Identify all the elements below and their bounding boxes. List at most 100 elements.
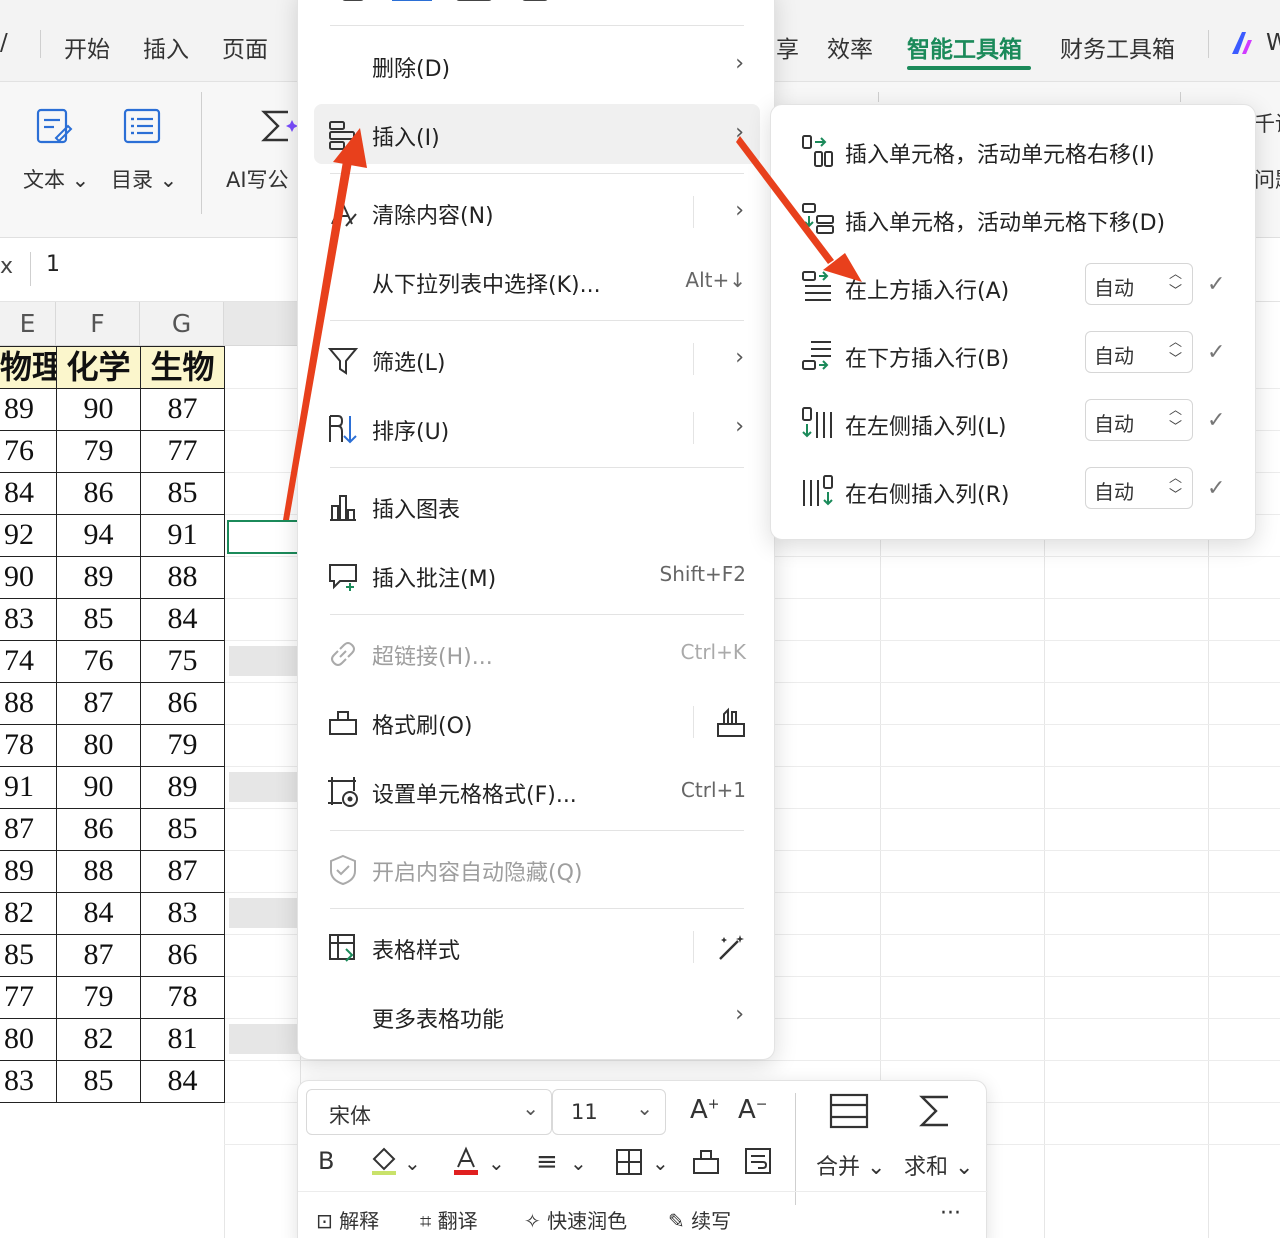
table-cell[interactable]: 79 [140,724,225,767]
table-cell[interactable]: 74 [0,640,57,683]
ribbon-partial-right-1[interactable]: 千读 [1254,108,1280,138]
table-cell[interactable]: 85 [56,1060,141,1103]
font-name-select[interactable]: 宋体 ⌄ [306,1089,552,1135]
submenu-item-insert-column-left[interactable]: 在左侧插入列(L) 自动 ︿ ﹀ ✓ [787,393,1241,453]
column-count-stepper[interactable]: 自动 ︿ ﹀ [1085,467,1193,509]
stepper-arrows-icon[interactable]: ︿ ﹀ [1169,470,1182,504]
chevron-down-icon[interactable]: ⌄ [404,1151,421,1175]
submenu-item-insert-column-right[interactable]: 在右侧插入列(R) 自动 ︿ ﹀ ✓ [787,461,1241,521]
active-cell[interactable] [227,520,301,554]
table-cell[interactable]: 89 [0,388,57,431]
border-icon[interactable] [614,1147,644,1177]
table-cell[interactable]: 85 [56,598,141,641]
column-header-h[interactable] [224,302,300,346]
tab-home[interactable]: 开始 [64,30,110,64]
sum-button[interactable]: 求和 ⌄ [904,1149,973,1181]
table-cell[interactable]: 86 [140,934,225,977]
magic-wand-icon[interactable] [714,931,748,965]
font-size-select[interactable]: 11 ⌄ [552,1089,666,1135]
stepper-arrows-icon[interactable]: ︿ ﹀ [1169,402,1182,436]
table-cell[interactable]: 86 [56,472,141,515]
tab-insert[interactable]: 插入 [143,30,189,64]
table-cell[interactable]: 82 [56,1018,141,1061]
tab-efficiency[interactable]: 效率 [827,30,873,64]
wrap-text-icon[interactable] [742,1145,774,1177]
ribbon-partial-right-2[interactable]: 问题 [1254,164,1280,194]
column-header-e[interactable]: E [0,302,56,346]
column-count-stepper[interactable]: 自动 ︿ ﹀ [1085,399,1193,441]
continue-writing-button[interactable]: ✎ 续写 [668,1205,731,1234]
menu-item-insert-comment[interactable]: 插入批注(M) Shift+F2 [314,545,760,605]
table-cell[interactable]: 90 [0,556,57,599]
table-cell[interactable]: 76 [56,640,141,683]
menu-item-sort[interactable]: 排序(U) › [314,398,760,458]
menu-item-clear-content[interactable]: 清除内容(N) › [314,182,760,242]
table-cell[interactable]: 84 [140,1060,225,1103]
confirm-check-icon[interactable]: ✓ [1207,272,1225,297]
bold-button[interactable]: B [318,1147,334,1175]
table-cell[interactable]: 83 [0,598,57,641]
confirm-check-icon[interactable]: ✓ [1207,340,1225,365]
menu-item-format-painter[interactable]: 格式刷(O) [314,692,760,752]
tab-finance-toolbox[interactable]: 财务工具箱 [1060,30,1175,64]
table-cell[interactable]: 89 [0,850,57,893]
menu-item-insert-chart[interactable]: 插入图表 [314,476,760,536]
font-color-icon[interactable] [450,1145,482,1177]
submenu-item-insert-row-below[interactable]: 在下方插入行(B) 自动 ︿ ﹀ ✓ [787,325,1241,385]
table-cell[interactable]: 84 [140,598,225,641]
table-cell[interactable]: 87 [56,934,141,977]
table-cell[interactable]: 84 [0,472,57,515]
submenu-item-insert-row-above[interactable]: 在上方插入行(A) 自动 ︿ ﹀ ✓ [787,257,1241,317]
format-painter-icon[interactable] [690,1145,722,1177]
translate-button[interactable]: ⌗ 翻译 [420,1205,478,1234]
column-header-f[interactable]: F [56,302,140,346]
chevron-down-icon[interactable]: ⌄ [488,1151,505,1175]
table-cell[interactable]: 87 [0,808,57,851]
table-cell[interactable]: 78 [140,976,225,1019]
submenu-item-insert-shift-right[interactable]: 插入单元格，活动单元格右移(I) [787,121,1241,181]
menu-item-pick-from-list[interactable]: 从下拉列表中选择(K)... Alt+↓ [314,251,760,311]
chevron-down-icon[interactable]: ⌄ [570,1151,587,1175]
table-cell[interactable]: 79 [56,976,141,1019]
more-options-icon[interactable]: ··· [940,1201,961,1226]
menu-item-table-style[interactable]: 表格样式 [314,917,760,977]
table-cell[interactable]: 90 [56,766,141,809]
table-cell[interactable]: 83 [0,1060,57,1103]
ai-logo-icon[interactable] [1230,30,1260,56]
chevron-down-icon[interactable]: ⌄ [652,1151,669,1175]
explain-button[interactable]: ⊡ 解释 [316,1205,379,1234]
table-cell[interactable]: 92 [0,514,57,557]
stepper-arrows-icon[interactable]: ︿ ﹀ [1169,266,1182,300]
table-cell[interactable]: 82 [0,892,57,935]
table-cell[interactable]: 85 [140,808,225,851]
confirm-check-icon[interactable]: ✓ [1207,408,1225,433]
table-cell[interactable]: 91 [140,514,225,557]
table-cell[interactable]: 87 [140,850,225,893]
table-cell[interactable]: 87 [56,682,141,725]
table-cell[interactable]: 88 [0,682,57,725]
table-cell[interactable]: 83 [140,892,225,935]
polish-button[interactable]: ✧ 快速润色 [524,1205,627,1234]
header-cell[interactable]: 物理 [0,346,57,389]
table-cell[interactable]: 90 [56,388,141,431]
row-count-stepper[interactable]: 自动 ︿ ﹀ [1085,263,1193,305]
column-header-g[interactable]: G [140,302,224,346]
table-cell[interactable]: 75 [140,640,225,683]
table-cell[interactable]: 87 [140,388,225,431]
tab-page[interactable]: 页面 [222,30,268,64]
table-cell[interactable]: 86 [56,808,141,851]
row-count-stepper[interactable]: 自动 ︿ ﹀ [1085,331,1193,373]
header-cell[interactable]: 化学 [56,346,141,389]
formula-input[interactable]: 1 [46,252,60,277]
confirm-check-icon[interactable]: ✓ [1207,476,1225,501]
table-cell[interactable]: 84 [56,892,141,935]
table-cell[interactable]: 89 [140,766,225,809]
align-icon[interactable]: ≡ [536,1147,558,1177]
table-cell[interactable]: 86 [140,682,225,725]
submenu-item-insert-shift-down[interactable]: 插入单元格，活动单元格下移(D) [787,189,1241,249]
header-cell[interactable]: 生物 [140,346,225,389]
table-cell[interactable]: 77 [140,430,225,473]
table-cell[interactable]: 81 [140,1018,225,1061]
menu-item-filter[interactable]: 筛选(L) › [314,329,760,389]
menu-item-delete[interactable]: 删除(D) › [314,35,760,95]
